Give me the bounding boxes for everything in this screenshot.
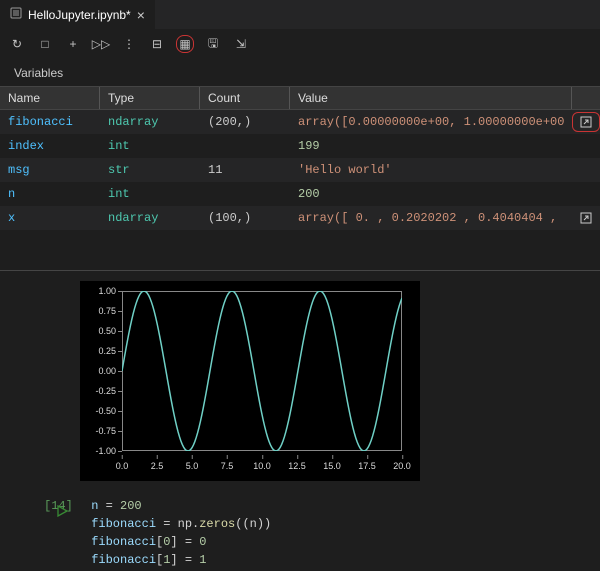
xtick: 10.0: [253, 461, 271, 471]
expand-icon[interactable]: [572, 112, 600, 132]
xtick: 15.0: [323, 461, 341, 471]
xtick: 7.5: [221, 461, 234, 471]
code-line: fibonacci[0] = 0: [91, 533, 538, 551]
var-value: 200: [290, 184, 572, 204]
run-cell-icon[interactable]: [56, 505, 68, 523]
xtick: 2.5: [151, 461, 164, 471]
var-name: index: [0, 136, 100, 156]
var-value: array([ 0. , 0.2020202 , 0.4040404 ,: [290, 208, 572, 228]
var-name: fibonacci: [0, 112, 100, 132]
ytick: 0.25: [86, 346, 116, 356]
export-icon[interactable]: ⇲: [232, 35, 250, 53]
variables-header: NameTypeCountValue: [0, 86, 600, 110]
var-type: ndarray: [100, 112, 200, 132]
ytick: -0.25: [86, 386, 116, 396]
variable-row[interactable]: fibonaccindarray(200,)array([0.00000000e…: [0, 110, 600, 134]
xtick: 12.5: [288, 461, 306, 471]
var-name: msg: [0, 160, 100, 180]
xtick: 0.0: [116, 461, 129, 471]
variables-col-count[interactable]: Count: [200, 87, 290, 109]
var-type: ndarray: [100, 208, 200, 228]
notebook-toolbar: ↻ □ + ▷▷ ⋮ ⊟ ▦ 🖫 ⇲: [0, 30, 600, 58]
var-count: (100,): [200, 208, 290, 228]
var-type: str: [100, 160, 200, 180]
sep: ⋮: [120, 35, 138, 53]
ytick: -1.00: [86, 446, 116, 456]
variables-col-name[interactable]: Name: [0, 87, 100, 109]
tab-hello-jupyter[interactable]: HelloJupyter.ipynb* ×: [0, 0, 155, 29]
ytick: 0.50: [86, 326, 116, 336]
ytick: 0.75: [86, 306, 116, 316]
variable-row[interactable]: xndarray(100,)array([ 0. , 0.2020202 , 0…: [0, 206, 600, 230]
var-value: array([0.00000000e+00, 1.00000000e+00: [290, 112, 572, 132]
restart-icon[interactable]: ↻: [8, 35, 26, 53]
var-count: [200, 136, 290, 156]
data-grid-icon[interactable]: ▦: [176, 35, 194, 53]
plot-output: -1.00 -0.75 -0.50 -0.25 0.00 0.25 0.50 0.75 1.00…: [0, 275, 600, 487]
var-count: [200, 184, 290, 204]
add-icon[interactable]: +: [64, 35, 82, 53]
expand-icon[interactable]: [572, 208, 600, 228]
code-line: fibonacci[1] = 1: [91, 551, 538, 569]
expand-icon: [572, 184, 600, 204]
code-cell[interactable]: [14] n = 200fibonacci = np.zeros((n))fib…: [0, 487, 600, 571]
variables-title: Variables: [0, 58, 600, 86]
xtick: 20.0: [393, 461, 411, 471]
variable-row[interactable]: nint 200: [0, 182, 600, 206]
var-name: x: [0, 208, 100, 228]
save-icon[interactable]: 🖫: [204, 35, 222, 53]
xtick: 5.0: [186, 461, 199, 471]
variables-body: fibonaccindarray(200,)array([0.00000000e…: [0, 110, 600, 230]
ytick: 0.00: [86, 366, 116, 376]
var-value: 'Hello world': [290, 160, 572, 180]
variable-row[interactable]: indexint 199: [0, 134, 600, 158]
var-value: 199: [290, 136, 572, 156]
expand-icon: [572, 136, 600, 156]
notebook-icon: [10, 7, 22, 22]
var-type: int: [100, 184, 200, 204]
tab-title: HelloJupyter.ipynb*: [28, 8, 131, 22]
ytick: 1.00: [86, 286, 116, 296]
variables-col-type[interactable]: Type: [100, 87, 200, 109]
expand-icon: [572, 160, 600, 180]
var-icon[interactable]: ⊟: [148, 35, 166, 53]
xtick: 17.5: [358, 461, 376, 471]
var-type: int: [100, 136, 200, 156]
code-content[interactable]: n = 200fibonacci = np.zeros((n))fibonacc…: [91, 497, 538, 571]
panel-divider[interactable]: [0, 270, 600, 271]
var-count: 11: [200, 160, 290, 180]
var-name: n: [0, 184, 100, 204]
variable-row[interactable]: msgstr11'Hello world': [0, 158, 600, 182]
variables-col-value[interactable]: Value: [290, 87, 572, 109]
ytick: -0.75: [86, 426, 116, 436]
close-icon[interactable]: ×: [137, 7, 145, 23]
code-line: n = 200: [91, 497, 538, 515]
var-count: (200,): [200, 112, 290, 132]
ytick: -0.50: [86, 406, 116, 416]
code-line: fibonacci = np.zeros((n)): [91, 515, 538, 533]
run-all-icon[interactable]: ▷▷: [92, 35, 110, 53]
stop-icon[interactable]: □: [36, 35, 54, 53]
sine-plot: -1.00 -0.75 -0.50 -0.25 0.00 0.25 0.50 0.75 1.00…: [80, 281, 420, 481]
tab-bar: HelloJupyter.ipynb* ×: [0, 0, 600, 30]
